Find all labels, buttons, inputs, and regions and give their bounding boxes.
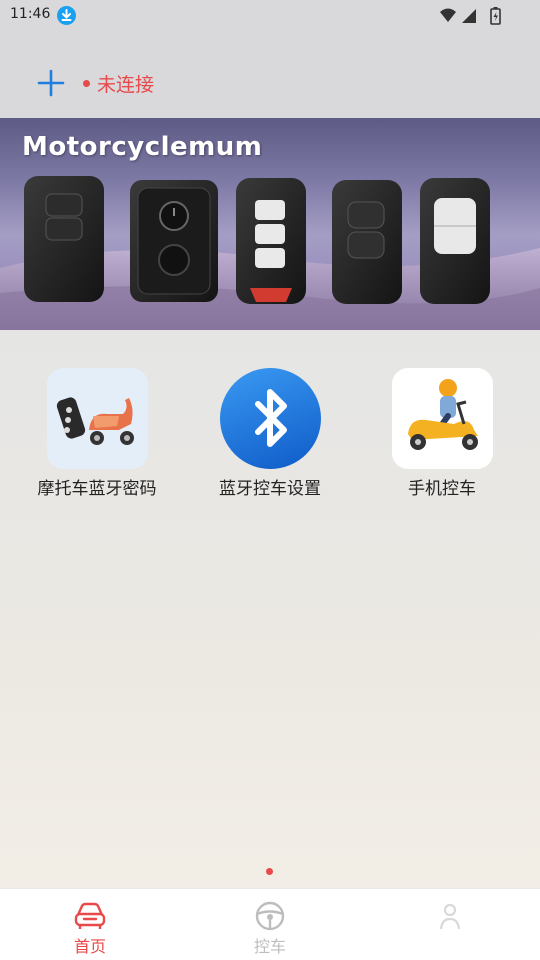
page-indicator-dot <box>266 868 273 875</box>
promo-banner[interactable]: Motorcyclemum <box>0 118 540 330</box>
system-status-icons <box>440 7 501 25</box>
feature-bluetooth-settings[interactable]: 蓝牙控车设置 <box>180 368 360 499</box>
header: 未连接 <box>0 32 540 118</box>
key-fob-5 <box>420 178 490 304</box>
connection-dot <box>83 80 90 87</box>
scooter-key-icon <box>47 368 148 469</box>
nav-home[interactable]: 首页 <box>0 889 180 960</box>
feature-label: 手机控车 <box>408 479 476 499</box>
bottom-nav: 首页 控车 <box>0 888 540 960</box>
download-icon <box>57 6 76 25</box>
feature-bluetooth-password[interactable]: 摩托车蓝牙密码 <box>7 368 187 499</box>
add-device-button[interactable] <box>36 68 66 98</box>
status-bar: 11:46 <box>0 0 540 32</box>
bluetooth-icon <box>220 368 321 469</box>
nav-label-control: 控车 <box>253 937 286 956</box>
signal-icon <box>462 9 476 23</box>
rider-scooter-icon <box>392 368 493 469</box>
steering-wheel-icon <box>255 901 285 931</box>
nav-label-home: 首页 <box>73 937 106 956</box>
car-icon <box>74 902 106 929</box>
key-fob-2 <box>130 180 218 302</box>
feature-phone-control[interactable]: 手机控车 <box>352 368 532 499</box>
feature-label: 摩托车蓝牙密码 <box>37 479 157 499</box>
key-fob-4 <box>332 180 402 304</box>
connection-status: 未连接 <box>97 74 155 96</box>
wifi-icon <box>440 8 456 22</box>
banner-brand-text: Motorcyclemum <box>22 132 263 162</box>
nav-control[interactable]: 控车 <box>180 889 360 960</box>
key-fob-3 <box>236 178 306 304</box>
nav-profile[interactable] <box>360 889 540 960</box>
key-fob-1 <box>24 176 104 302</box>
status-time: 11:46 <box>10 6 51 22</box>
feature-label: 蓝牙控车设置 <box>219 479 321 499</box>
battery-icon <box>490 7 501 25</box>
person-icon <box>439 903 461 930</box>
